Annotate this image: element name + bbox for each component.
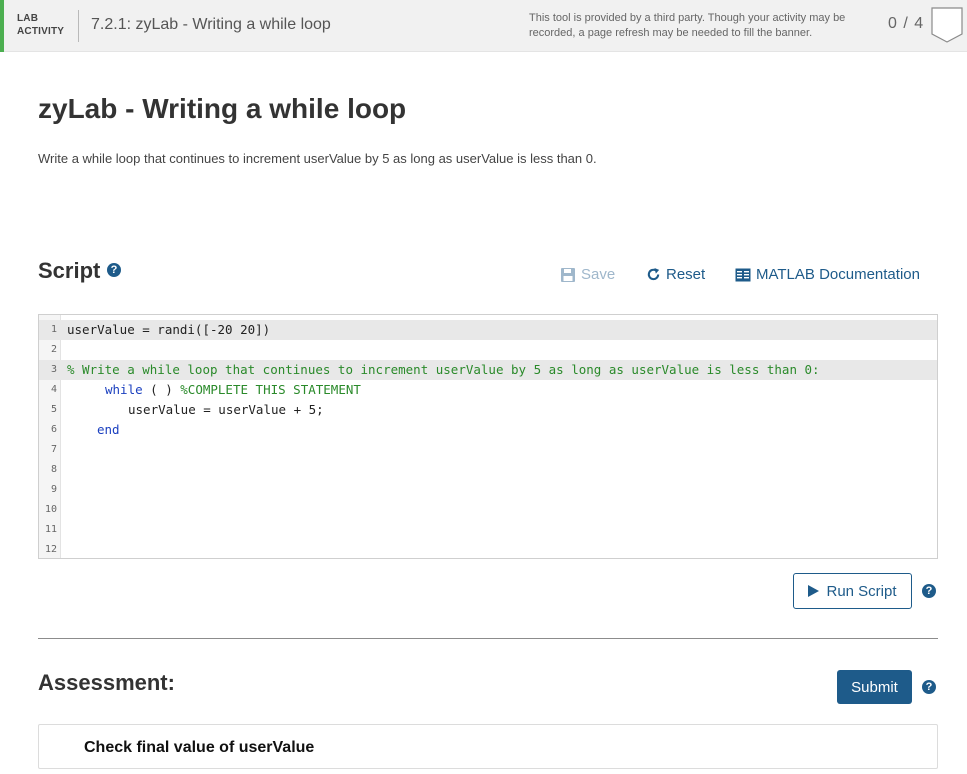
lab-description: Write a while loop that continues to inc… (38, 151, 597, 166)
editor-line: 11 (39, 520, 937, 540)
code-line-4[interactable]: while ( ) %COMPLETE THIS STATEMENT (105, 380, 361, 400)
lab-activity-label: LAB ACTIVITY (17, 12, 64, 38)
line-number: 10 (44, 504, 57, 515)
save-label: Save (581, 266, 616, 283)
code-line-5[interactable]: userValue = userValue + 5; (128, 400, 324, 420)
banner-separator (78, 10, 79, 42)
line-number: 7 (50, 444, 57, 455)
third-party-notice: This tool is provided by a third party. … (529, 11, 874, 41)
code-editor[interactable]: 1 2 3 4 5 6 7 8 9 10 11 12 userValue = randi([-20 2… (38, 314, 938, 559)
reset-label: Reset (666, 266, 706, 283)
run-script-label: Run Script (826, 582, 897, 600)
save-button[interactable]: Save (560, 266, 615, 283)
submit-help-icon[interactable]: ? (922, 680, 936, 694)
reset-icon (647, 267, 660, 281)
run-help-icon[interactable]: ? (922, 584, 936, 598)
save-icon (561, 267, 575, 282)
activity-title: 7.2.1: zyLab - Writing a while loop (91, 16, 331, 33)
while-keyword: while (105, 382, 143, 397)
submit-button[interactable]: Submit (837, 670, 912, 704)
activity-score: 0 / 4 (888, 15, 925, 32)
script-help-icon[interactable]: ? (107, 263, 121, 277)
line-number: 4 (50, 384, 57, 395)
line-number: 2 (50, 344, 57, 355)
run-script-button[interactable]: Run Script (793, 573, 912, 609)
while-condition: ( ) (142, 382, 181, 397)
script-heading: Script (38, 258, 101, 283)
line-number: 11 (44, 524, 57, 535)
book-icon (735, 268, 751, 281)
editor-line: 7 (39, 440, 937, 460)
line-number: 12 (44, 544, 57, 555)
line-number: 8 (50, 464, 57, 475)
line-number: 3 (50, 364, 57, 375)
code-line-1[interactable]: userValue = randi([-20 20]) (67, 320, 270, 340)
matlab-documentation-link[interactable]: MATLAB Documentation (735, 266, 920, 283)
editor-line: 8 (39, 460, 937, 480)
play-icon (808, 585, 820, 597)
banner-accent-bar (0, 0, 4, 52)
documentation-label: MATLAB Documentation (756, 266, 920, 283)
code-line-6[interactable]: end (97, 420, 120, 440)
line-number: 1 (50, 324, 57, 335)
activity-banner: LAB ACTIVITY 7.2.1: zyLab - Writing a wh… (0, 0, 967, 52)
editor-line: 10 (39, 500, 937, 520)
completion-badge-icon (931, 7, 963, 43)
check-label: Check final value of userValue (84, 739, 315, 756)
line-number: 9 (50, 484, 57, 495)
lab-label-line2: ACTIVITY (17, 26, 65, 37)
page-title: zyLab - Writing a while loop (38, 93, 407, 124)
complete-statement-comment: %COMPLETE THIS STATEMENT (180, 382, 361, 397)
assessment-heading: Assessment: (38, 670, 175, 695)
assessment-check: Check final value of userValue (38, 724, 938, 769)
notice-line1: This tool is provided by a third party. … (529, 12, 846, 24)
editor-line: 9 (39, 480, 937, 500)
line-number: 6 (50, 424, 57, 435)
code-line-3[interactable]: % Write a while loop that continues to i… (67, 360, 820, 380)
notice-line2: recorded, a page refresh may be needed t… (529, 27, 813, 39)
editor-line: 6 (39, 420, 937, 440)
section-divider (38, 638, 938, 639)
editor-line: 2 (39, 340, 937, 360)
reset-button[interactable]: Reset (646, 266, 705, 283)
line-number: 5 (50, 404, 57, 415)
editor-line: 12 (39, 540, 937, 558)
lab-label-line1: LAB (17, 13, 39, 24)
